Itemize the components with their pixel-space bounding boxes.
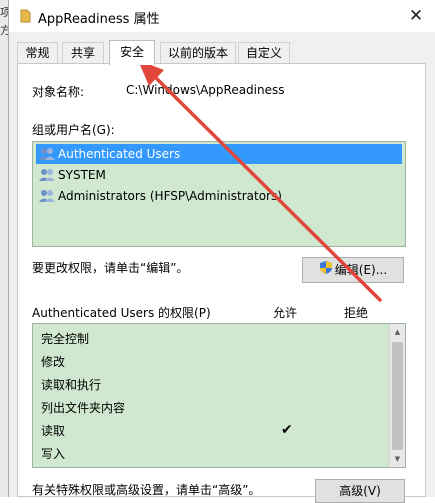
permission-row: 写入 [41, 447, 66, 461]
edit-button[interactable]: 编辑(E)... [302, 257, 404, 283]
edit-button-label: 编辑(E)... [334, 263, 388, 277]
allow-checkmark-icon: ✔ [281, 422, 293, 438]
background-window-edge: 项 方 [0, 0, 11, 497]
folder-icon [20, 9, 31, 23]
window-title: AppReadiness 属性 [38, 12, 160, 27]
list-item-system[interactable]: SYSTEM [36, 165, 110, 185]
scroll-up-arrow-icon[interactable]: ▲ [390, 324, 405, 340]
group-user-label: 组或用户名(G): [32, 123, 115, 137]
tab-customize[interactable]: 自定义 [238, 42, 290, 63]
permissions-scrollbar[interactable]: ▲ ▼ [389, 324, 405, 467]
permission-row: 列出文件夹内容 [41, 401, 126, 415]
shield-icon [319, 259, 333, 283]
close-icon: ✕ [408, 6, 424, 26]
tab-previous-versions[interactable]: 以前的版本 [160, 42, 236, 63]
user-list[interactable]: Authenticated Users SYSTEM Administrator… [32, 141, 406, 247]
properties-dialog: AppReadiness 属性 ✕ 常规 共享 安全 以前的版本 自定义 对象名… [8, 0, 435, 503]
permission-row: 读取 [41, 424, 66, 438]
permissions-list[interactable]: 完全控制 修改 读取和执行 列出文件夹内容 读取 写入 ✔ ▲ ▼ [32, 323, 406, 468]
user-name: Administrators (HFSP\Administrators) [58, 189, 282, 203]
users-group-icon [39, 147, 55, 161]
scrollbar-thumb[interactable] [392, 342, 403, 450]
permissions-label: Authenticated Users 的权限(P) [32, 306, 211, 320]
permission-row: 读取和执行 [41, 378, 102, 392]
user-name: SYSTEM [58, 168, 106, 182]
close-button[interactable]: ✕ [402, 3, 430, 29]
permission-row: 完全控制 [41, 332, 90, 346]
list-item-administrators[interactable]: Administrators (HFSP\Administrators) [36, 186, 286, 206]
users-group-icon [39, 168, 55, 182]
permission-row: 修改 [41, 355, 66, 369]
security-tab-panel: 对象名称: C:\Windows\AppReadiness 组或用户名(G): … [17, 63, 426, 503]
advanced-button[interactable]: 高级(V) [315, 479, 405, 503]
tab-sharing[interactable]: 共享 [62, 42, 104, 63]
advanced-hint: 有关特殊权限或高级设置，请单击“高级”。 [32, 483, 261, 497]
allow-column-header: 允许 [273, 306, 298, 320]
list-item-authenticated-users[interactable]: Authenticated Users [36, 144, 402, 164]
scroll-down-arrow-icon[interactable]: ▼ [390, 451, 405, 467]
user-name: Authenticated Users [58, 147, 181, 161]
tab-bar: 常规 共享 安全 以前的版本 自定义 [9, 40, 435, 65]
object-name-label: 对象名称: [32, 85, 85, 99]
object-name-value: C:\Windows\AppReadiness [126, 83, 285, 97]
change-permission-hint: 要更改权限，请单击“编辑”。 [32, 261, 189, 275]
tab-general[interactable]: 常规 [17, 42, 58, 63]
tab-security[interactable]: 安全 [109, 40, 155, 65]
users-group-icon [39, 189, 55, 203]
title-bar[interactable]: AppReadiness 属性 ✕ [9, 0, 435, 32]
deny-column-header: 拒绝 [344, 306, 369, 320]
